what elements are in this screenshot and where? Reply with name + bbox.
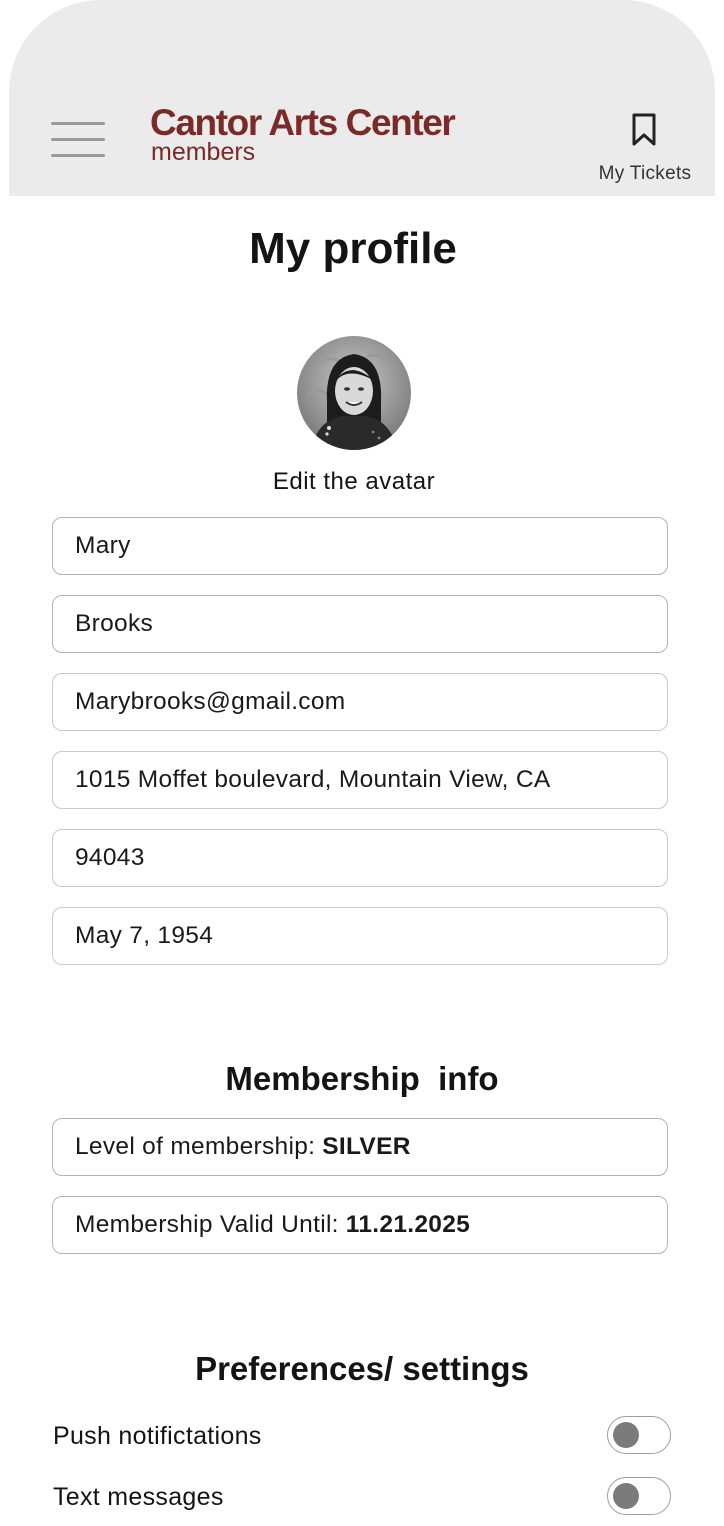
menu-line xyxy=(51,154,105,157)
edit-avatar-link[interactable]: Edit the avatar xyxy=(0,468,708,496)
menu-line xyxy=(51,122,105,125)
my-tickets-button[interactable]: My Tickets xyxy=(589,108,701,188)
push-notifications-label: Push notifictations xyxy=(53,1422,262,1450)
page-title: My profile xyxy=(249,224,457,273)
zip-value: 94043 xyxy=(75,844,145,871)
brand-logo[interactable]: Cantor Arts Center members xyxy=(150,101,456,165)
pref-row-push-notifications: Push notifictations xyxy=(53,1414,671,1458)
pref-row-text-messages: Text messages xyxy=(53,1475,671,1519)
membership-level-value: SILVER xyxy=(322,1133,411,1160)
membership-level-field: Level of membership: SILVER xyxy=(52,1118,668,1176)
last-name-value: Brooks xyxy=(75,610,154,637)
hamburger-menu-icon[interactable] xyxy=(51,122,105,160)
text-messages-label: Text messages xyxy=(53,1483,224,1511)
email-field[interactable]: Marybrooks@gmail.com xyxy=(52,673,668,731)
birthdate-field[interactable]: May 7, 1954 xyxy=(52,907,668,965)
membership-valid-value: 11.21.2025 xyxy=(345,1211,471,1238)
first-name-field[interactable]: Mary xyxy=(52,517,668,575)
avatar[interactable] xyxy=(297,336,411,450)
membership-valid-field: Membership Valid Until: 11.21.2025 xyxy=(52,1196,668,1254)
preferences-section-title: Preferences/ settings xyxy=(195,1350,529,1387)
address-field[interactable]: 1015 Moffet boulevard, Mountain View, CA xyxy=(52,751,668,809)
membership-level-label: Level of membership: xyxy=(75,1133,316,1160)
membership-section-title: Membership info xyxy=(225,1060,499,1097)
push-notifications-toggle[interactable] xyxy=(607,1416,671,1454)
address-value: 1015 Moffet boulevard, Mountain View, CA xyxy=(75,766,551,793)
avatar-photo xyxy=(297,336,411,450)
profile-screen: Cantor Arts Center members My Tickets My… xyxy=(0,0,724,1526)
menu-line xyxy=(51,138,105,141)
text-messages-toggle[interactable] xyxy=(607,1477,671,1515)
app-header: Cantor Arts Center members My Tickets xyxy=(9,0,715,196)
zip-field[interactable]: 94043 xyxy=(52,829,668,887)
toggle-knob xyxy=(613,1483,639,1509)
last-name-field[interactable]: Brooks xyxy=(52,595,668,653)
my-tickets-label: My Tickets xyxy=(598,163,692,184)
birthdate-value: May 7, 1954 xyxy=(75,922,214,949)
email-value: Marybrooks@gmail.com xyxy=(75,688,346,715)
membership-valid-label: Membership Valid Until: xyxy=(75,1211,339,1238)
toggle-knob xyxy=(613,1422,639,1448)
bookmark-icon xyxy=(632,113,656,146)
first-name-value: Mary xyxy=(75,532,131,559)
